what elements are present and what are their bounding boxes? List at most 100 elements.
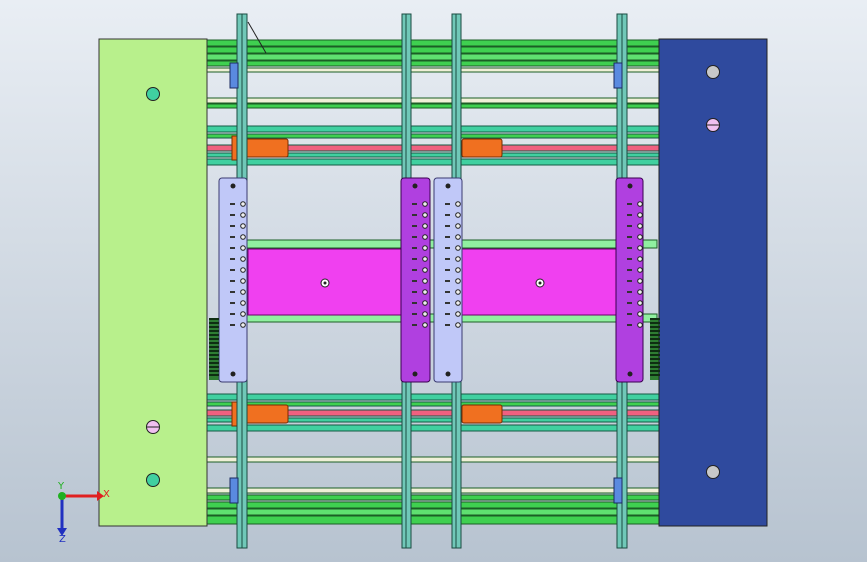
plate-hole xyxy=(422,300,428,306)
plate-hole xyxy=(455,278,461,284)
plate-slot xyxy=(230,214,235,216)
plate-hole xyxy=(240,289,246,295)
plate-hole xyxy=(637,201,643,207)
gear-tooth xyxy=(209,358,219,360)
plate-hole xyxy=(240,278,246,284)
plate-slot xyxy=(627,247,632,249)
plate-slot xyxy=(230,302,235,304)
plate-slot xyxy=(445,203,450,205)
center-block-left[interactable] xyxy=(247,248,404,316)
gear-tooth xyxy=(209,342,219,344)
plate-hole xyxy=(637,234,643,240)
plate-hole xyxy=(637,267,643,273)
plate-hole xyxy=(637,223,643,229)
plate-slot xyxy=(412,236,417,238)
cad-model-view[interactable]: X Y Z xyxy=(0,0,867,562)
plate-hole xyxy=(422,289,428,295)
left-mounting-plate[interactable] xyxy=(98,38,208,527)
gear-tooth xyxy=(209,354,219,356)
plate-hole xyxy=(422,322,428,328)
plate-slot xyxy=(412,214,417,216)
plate-slot xyxy=(412,313,417,315)
plate-slot xyxy=(445,258,450,260)
plate-slot xyxy=(627,203,632,205)
plate-slot xyxy=(412,324,417,326)
plate-hole xyxy=(422,234,428,240)
plate-hole xyxy=(455,212,461,218)
plate-slot xyxy=(627,214,632,216)
gear-tooth xyxy=(209,350,219,352)
plate-hole xyxy=(240,311,246,317)
plate-slot xyxy=(445,324,450,326)
plate-slot xyxy=(412,225,417,227)
plate-hole xyxy=(455,245,461,251)
plate-hole xyxy=(637,311,643,317)
plate-hole xyxy=(240,212,246,218)
plate-hole xyxy=(422,223,428,229)
gear-tooth xyxy=(650,350,660,352)
gear-tooth xyxy=(650,366,660,368)
gear-tooth xyxy=(209,362,219,364)
plate-hole xyxy=(455,311,461,317)
plate-hole xyxy=(422,278,428,284)
plate-hole xyxy=(455,289,461,295)
plate-hole xyxy=(422,311,428,317)
plate-slot xyxy=(445,247,450,249)
plate-hole xyxy=(240,267,246,273)
plate-hole xyxy=(422,267,428,273)
plate-hole xyxy=(455,223,461,229)
plate-slot xyxy=(445,302,450,304)
plate-slot xyxy=(230,236,235,238)
plate-slot xyxy=(230,203,235,205)
y-axis-origin-dot xyxy=(58,492,66,500)
plate-slot xyxy=(230,324,235,326)
gear-tooth xyxy=(650,342,660,344)
gear-tooth xyxy=(650,354,660,356)
plate-hole xyxy=(240,245,246,251)
plate-hole xyxy=(240,234,246,240)
plate-slot xyxy=(412,203,417,205)
gear-tooth xyxy=(209,322,219,324)
plate-slot xyxy=(627,236,632,238)
plate-slot xyxy=(627,280,632,282)
gear-tooth xyxy=(650,322,660,324)
z-axis-label: Z xyxy=(59,534,66,545)
gear-tooth xyxy=(650,374,660,376)
plate-hole xyxy=(637,245,643,251)
plate-hole xyxy=(637,256,643,262)
plate-hole xyxy=(455,300,461,306)
plate-slot xyxy=(412,280,417,282)
gear-tooth xyxy=(650,346,660,348)
plate-hole xyxy=(240,256,246,262)
plate-hole xyxy=(422,212,428,218)
plate-hole xyxy=(422,245,428,251)
plate-hole xyxy=(455,256,461,262)
gear-tooth xyxy=(650,358,660,360)
plate-hole xyxy=(637,212,643,218)
gear-tooth xyxy=(650,318,660,320)
plate-hole xyxy=(240,201,246,207)
plate-hole xyxy=(455,267,461,273)
gear-tooth xyxy=(209,370,219,372)
plate-slot xyxy=(445,269,450,271)
plate-slot xyxy=(230,269,235,271)
plate-slot xyxy=(627,258,632,260)
plate-slot xyxy=(230,247,235,249)
center-block-right[interactable] xyxy=(461,248,618,316)
x-axis-label: X xyxy=(103,489,110,500)
cad-viewport[interactable]: X Y Z xyxy=(0,0,867,562)
plate-slot xyxy=(627,225,632,227)
gear-tooth xyxy=(209,326,219,328)
right-mounting-plate[interactable] xyxy=(658,38,768,527)
gear-tooth xyxy=(209,346,219,348)
plate-slot xyxy=(627,269,632,271)
plate-slot xyxy=(412,258,417,260)
plate-slot xyxy=(627,291,632,293)
plate-hole xyxy=(240,300,246,306)
y-axis-label: Y xyxy=(57,481,65,492)
gear-tooth xyxy=(209,330,219,332)
plate-slot xyxy=(230,291,235,293)
plate-slot xyxy=(627,302,632,304)
plate-slot xyxy=(445,313,450,315)
plate-hole xyxy=(637,322,643,328)
